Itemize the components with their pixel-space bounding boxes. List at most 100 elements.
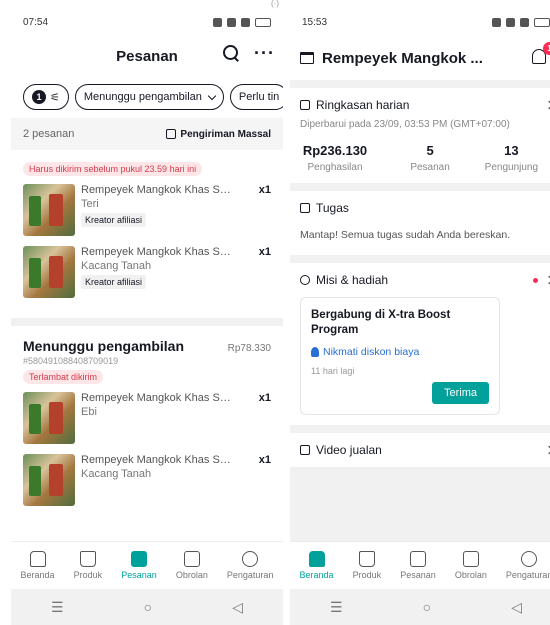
updated-time: Diperbarui pada 23/09, 03:53 PM (GMT+07:…	[300, 119, 510, 130]
bottom-nav: Beranda Produk Pesanan Obrolan Pengatura…	[11, 541, 283, 589]
order-count: 2 pesanan	[23, 128, 75, 140]
caption-mark: (·)	[271, 0, 279, 8]
home-icon	[308, 551, 325, 567]
order-status: Menunggu pengambilan	[23, 338, 184, 354]
nav-label: Obrolan	[175, 570, 208, 580]
wifi-icon	[227, 17, 236, 27]
nav-label: Beranda	[20, 570, 55, 580]
chat-icon	[183, 551, 200, 567]
promo-time: 11 hari lagi	[311, 366, 355, 376]
nav-beranda[interactable]: Beranda	[21, 551, 55, 580]
promo-title: Bergabung di X-tra Boost Program	[311, 309, 451, 336]
orders-header: Pesanan ···	[11, 36, 283, 76]
bag-icon	[79, 551, 96, 567]
nav-pengaturan[interactable]: Pengaturan	[506, 551, 550, 580]
nav-label: Beranda	[299, 570, 334, 580]
home-button-icon[interactable]: ○	[423, 599, 431, 615]
product-qty: x1	[258, 246, 271, 258]
gear-icon	[242, 551, 259, 567]
stat-value: 5	[426, 143, 434, 158]
more-icon[interactable]: ···	[254, 44, 275, 62]
filter-bar: 1 ⚟ Menunggu pengambilan Perlu tin	[11, 76, 283, 118]
signal-icon	[241, 17, 250, 27]
checklist-icon	[300, 203, 310, 213]
affiliate-tag: Kreator afiliasi	[81, 213, 147, 227]
deadline-tag: Harus dikirim sebelum pukul 23.59 hari i…	[23, 162, 203, 176]
product-thumbnail	[23, 184, 75, 236]
nav-obrolan[interactable]: Obrolan	[455, 551, 487, 580]
daily-summary-card[interactable]: Ringkasan harian Diperbarui pada 23/09, …	[290, 88, 550, 183]
product-qty: x1	[258, 454, 271, 466]
product-thumbnail	[23, 246, 75, 298]
order-price: Rp78.330	[227, 343, 271, 354]
orders-icon	[409, 551, 426, 567]
order-card[interactable]: Menunggu pengambilan Rp78.330 #580491088…	[11, 326, 283, 526]
system-nav: ☰ ○ ◁	[11, 589, 283, 625]
tasks-card[interactable]: Tugas Mantap! Semua tugas sudah Anda ber…	[290, 191, 550, 255]
nav-label: Produk	[73, 570, 103, 580]
back-icon[interactable]: ◁	[511, 599, 522, 616]
search-icon[interactable]	[222, 44, 240, 62]
nav-pesanan[interactable]: Pesanan	[121, 551, 157, 580]
nav-produk[interactable]: Produk	[352, 551, 382, 580]
home-icon	[29, 551, 46, 567]
recents-icon[interactable]: ☰	[51, 599, 64, 616]
nav-beranda[interactable]: Beranda	[300, 551, 334, 580]
bulk-shipping-label: Pengiriman Massal	[180, 128, 271, 140]
promo-link-label: Nikmati diskon biaya	[323, 346, 420, 358]
promo-card[interactable]: Bergabung di X-tra Boost Program Nikmati…	[300, 297, 500, 415]
divider	[11, 318, 283, 326]
filter-button[interactable]: 1 ⚟	[23, 84, 69, 110]
list-item[interactable]: Rempeyek Mangkok Khas Sido... x1 Teri Kr…	[23, 184, 271, 236]
list-item[interactable]: Rempeyek Mangkok Khas Sido... x1 Ebi	[23, 392, 271, 444]
system-nav: ☰ ○ ◁	[290, 589, 550, 625]
promo-link[interactable]: Nikmati diskon biaya	[311, 346, 489, 358]
bag-icon	[358, 551, 375, 567]
card-title: Ringkasan harian	[316, 98, 410, 112]
nav-label: Produk	[352, 570, 382, 580]
status-icons	[492, 17, 550, 27]
bulk-shipping-button[interactable]: Pengiriman Massal	[166, 129, 271, 140]
nav-produk[interactable]: Produk	[73, 551, 103, 580]
order-card[interactable]: Harus dikirim sebelum pukul 23.59 hari i…	[11, 150, 283, 318]
summary-icon	[300, 100, 310, 110]
list-item[interactable]: Rempeyek Mangkok Khas Sido... x1 Kacang …	[23, 454, 271, 506]
stat-label: Penghasilan	[307, 162, 363, 173]
video-card[interactable]: Video jualan	[290, 433, 550, 467]
accept-button[interactable]: Terima	[431, 382, 489, 404]
back-icon[interactable]: ◁	[232, 599, 243, 616]
notification-button[interactable]: 1	[530, 42, 550, 66]
card-title: Video jualan	[316, 443, 382, 457]
chevron-down-icon	[207, 91, 217, 100]
orders-icon	[130, 551, 147, 567]
nav-obrolan[interactable]: Obrolan	[176, 551, 208, 580]
chat-icon	[462, 551, 479, 567]
notification-badge: 1	[543, 42, 550, 55]
medal-icon	[300, 275, 310, 285]
status-filter-label: Menunggu pengambilan	[83, 91, 202, 103]
stat-label: Pesanan	[410, 162, 450, 173]
chevron-right-icon[interactable]	[544, 275, 550, 285]
nav-pesanan[interactable]: Pesanan	[400, 551, 436, 580]
late-tag: Terlambat dikirim	[23, 370, 104, 384]
stat-orders: 5 Pesanan	[389, 143, 470, 173]
status-filter-chip[interactable]: Menunggu pengambilan	[74, 84, 224, 110]
product-variant: Teri	[81, 198, 99, 210]
home-screen: 15:53 Rempeyek Mangkok ... 1 Ringkasan h…	[290, 8, 550, 625]
recents-icon[interactable]: ☰	[330, 599, 343, 616]
nav-label: Pengaturan	[505, 570, 550, 580]
home-button-icon[interactable]: ○	[144, 599, 152, 615]
nav-pengaturan[interactable]: Pengaturan	[227, 551, 273, 580]
list-item[interactable]: Rempeyek Mangkok Khas Sido... x1 Kacang …	[23, 246, 271, 298]
alarm-icon	[492, 17, 501, 27]
order-id: #580491088408709019	[23, 356, 119, 366]
alarm-icon	[213, 17, 222, 27]
product-thumbnail	[23, 392, 75, 444]
signal-icon	[520, 17, 529, 27]
next-filter-chip[interactable]: Perlu tin	[229, 84, 283, 110]
bottom-nav: Beranda Produk Pesanan Obrolan Pengatura…	[290, 541, 550, 589]
status-bar: 15:53	[290, 8, 550, 36]
product-name: Rempeyek Mangkok Khas Sido...	[81, 454, 231, 466]
video-icon	[300, 445, 310, 455]
shop-name[interactable]: Rempeyek Mangkok ...	[322, 50, 483, 67]
